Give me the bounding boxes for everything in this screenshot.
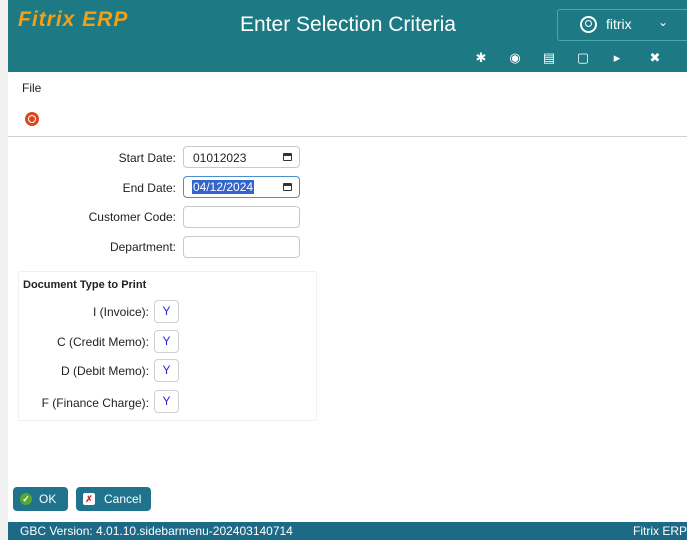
ok-button-label: OK [39, 492, 57, 506]
cancel-x-icon: ✗ [83, 493, 95, 505]
invoice-field[interactable]: Y [154, 300, 179, 323]
customer-code-label: Customer Code: [88, 210, 176, 224]
finance-charge-field[interactable]: Y [154, 390, 179, 413]
start-date-value: 01012023 [193, 151, 247, 165]
end-date-label: End Date: [122, 181, 176, 195]
chevron-down-icon: ⌄ [658, 15, 669, 29]
menu-file[interactable]: File [22, 81, 41, 95]
customer-code-field[interactable] [183, 206, 300, 228]
calendar-icon[interactable] [283, 153, 292, 161]
close-circle-icon[interactable]: ✖ [648, 51, 662, 65]
department-field[interactable] [183, 236, 300, 258]
app-window: Fitrix ERP Enter Selection Criteria fitr… [8, 0, 687, 540]
page-title: Enter Selection Criteria [240, 13, 456, 36]
cancel-button[interactable]: ✗ Cancel [76, 487, 151, 511]
calendar-icon[interactable] [283, 183, 292, 191]
globe-icon[interactable]: ◉ [508, 51, 522, 65]
start-date-field[interactable]: 01012023 [183, 146, 300, 168]
divider [8, 136, 687, 137]
document-icon[interactable]: ▤ [542, 51, 556, 65]
status-bar: GBC Version: 4.01.10.sidebarmenu-2024031… [8, 522, 687, 540]
end-date-field[interactable]: 04/12/2024 [183, 176, 300, 198]
document-type-title: Document Type to Print [23, 279, 147, 291]
version-text: GBC Version: 4.01.10.sidebarmenu-2024031… [20, 524, 293, 538]
header-bar: Fitrix ERP Enter Selection Criteria fitr… [8, 0, 687, 72]
cancel-button-label: Cancel [104, 492, 142, 506]
app-logo: Fitrix ERP [18, 8, 129, 31]
gear-icon[interactable]: ✱ [474, 51, 488, 65]
credit-memo-label: C (Credit Memo): [56, 335, 149, 349]
ok-button[interactable]: ✓ OK [13, 487, 68, 511]
checkmark-icon: ✓ [20, 493, 32, 505]
invoice-label: I (Invoice): [92, 305, 149, 319]
power-icon[interactable] [25, 112, 39, 126]
start-date-label: Start Date: [118, 151, 176, 165]
brand-text: Fitrix ERP [633, 524, 687, 538]
play-icon[interactable]: ▸ [610, 51, 624, 65]
user-icon [580, 16, 597, 33]
finance-charge-label: F (Finance Charge): [41, 396, 149, 410]
user-menu-button[interactable]: fitrix ⌄ [557, 9, 687, 41]
credit-memo-field[interactable]: Y [154, 330, 179, 353]
department-label: Department: [109, 240, 176, 254]
debit-memo-field[interactable]: Y [154, 359, 179, 382]
user-name: fitrix [606, 16, 632, 32]
end-date-value: 04/12/2024 [192, 180, 255, 194]
debit-memo-label: D (Debit Memo): [60, 364, 149, 378]
new-document-icon[interactable]: ▢ [576, 51, 590, 65]
